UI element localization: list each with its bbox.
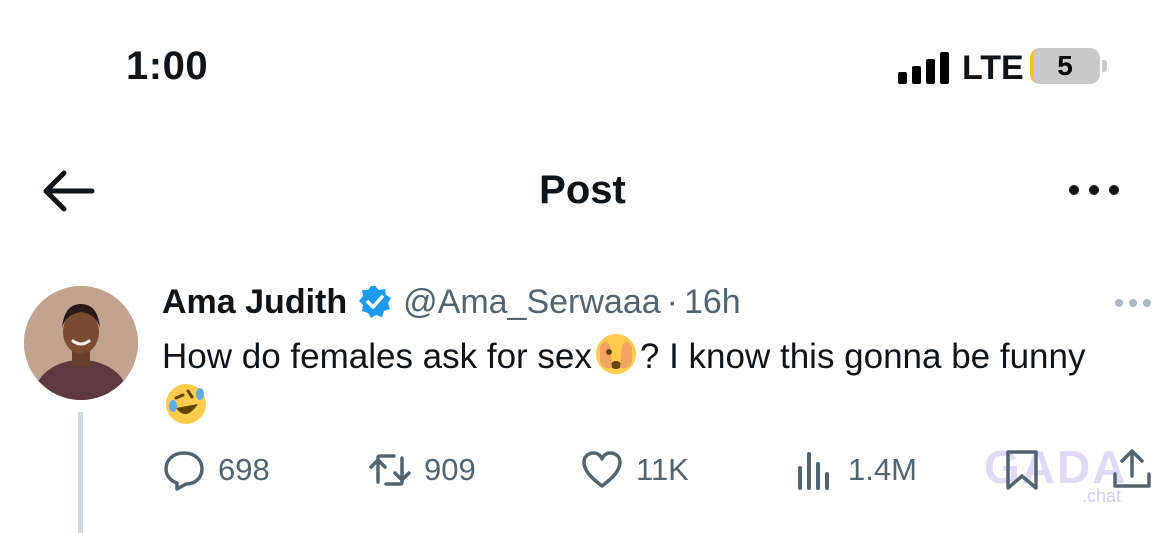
- repost-button[interactable]: 909: [368, 448, 476, 492]
- page-title: Post: [539, 168, 626, 212]
- bookmark-icon[interactable]: [1000, 448, 1044, 492]
- post-more-icon[interactable]: [1113, 296, 1153, 310]
- reply-icon: [164, 451, 204, 491]
- repost-count: 909: [424, 452, 476, 487]
- network-type: LTE: [962, 49, 1024, 87]
- post-time[interactable]: 16h: [684, 283, 741, 322]
- status-time: 1:00: [126, 44, 209, 88]
- repost-icon: [369, 454, 411, 486]
- rolling-on-floor-laughing-icon: [166, 384, 206, 424]
- author-handle[interactable]: @Ama_Serwaaa: [403, 283, 661, 322]
- post-text-part1: How do females ask for sex: [162, 337, 592, 376]
- share-icon[interactable]: [1110, 446, 1154, 490]
- like-count: 11K: [636, 452, 689, 487]
- battery-cap: [1102, 60, 1107, 72]
- views-count: 1.4M: [848, 452, 917, 487]
- author-row: Ama Judith @Ama_Serwaaa · 16h: [162, 282, 741, 322]
- verified-badge-icon[interactable]: [357, 284, 393, 320]
- views-chart-icon: [798, 452, 829, 490]
- signal-strength-icon: [898, 52, 950, 84]
- avatar[interactable]: [24, 286, 138, 400]
- views-button[interactable]: 1.4M: [792, 448, 917, 492]
- more-options-icon[interactable]: [1066, 178, 1122, 202]
- post-text-part2: ? I know this gonna be funny: [639, 337, 1086, 376]
- reply-button[interactable]: 698: [162, 448, 270, 492]
- reply-count: 698: [218, 452, 270, 487]
- heart-icon: [582, 451, 622, 488]
- post-text: How do females ask for sex ? I know this…: [162, 332, 1132, 432]
- back-arrow-icon[interactable]: [40, 168, 96, 214]
- thread-line: [78, 412, 83, 533]
- face-with-peeking-eye-icon: [595, 334, 636, 374]
- like-button[interactable]: 11K: [580, 448, 689, 492]
- author-name[interactable]: Ama Judith: [162, 283, 347, 322]
- battery-level: 5: [1057, 50, 1073, 81]
- battery-icon: 5: [1030, 48, 1100, 84]
- meta-separator: ·: [666, 282, 678, 321]
